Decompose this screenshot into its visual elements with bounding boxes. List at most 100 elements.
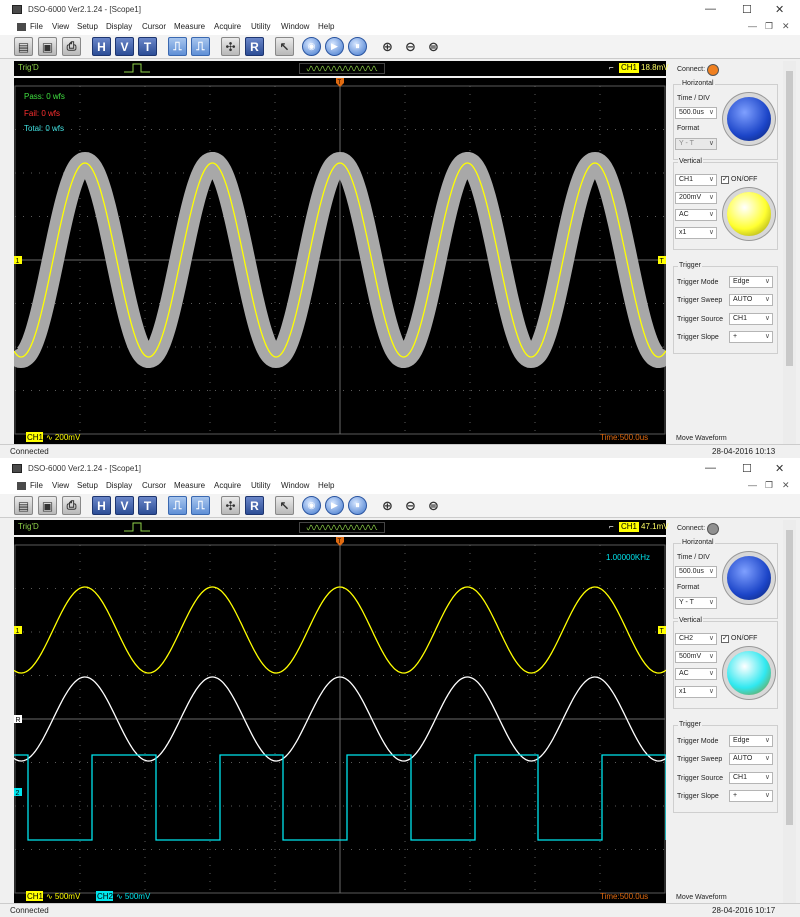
run-icon[interactable]: ▶ (325, 37, 344, 56)
minimize-icon[interactable]: — (705, 3, 716, 15)
scrollbar-thumb[interactable] (786, 71, 793, 366)
child-minimize-icon[interactable]: — (748, 21, 757, 31)
zoom-out-icon[interactable]: ⊖ (401, 37, 420, 56)
save-icon[interactable]: ▣ (38, 37, 57, 56)
probe-select[interactable]: x1 (675, 227, 717, 239)
trigger-source-select[interactable]: CH1 (729, 313, 773, 325)
vertical-button[interactable]: V (115, 37, 134, 56)
onoff-checkbox[interactable]: ✓ (721, 176, 729, 184)
ch1-level-marker[interactable]: 1 (14, 626, 22, 635)
menu-help[interactable]: Help (318, 481, 334, 490)
trigger-button[interactable]: T (138, 37, 157, 56)
stop-icon[interactable]: ⏸ (348, 496, 367, 515)
scope-display[interactable]: T Pass: 0 wfs Fail: 0 wfs Total: 0 wfs 1 T CH1… (14, 78, 666, 444)
trigger-level-marker[interactable]: T (658, 626, 666, 635)
trigger-mode-select[interactable]: Edge (729, 276, 773, 288)
trigger-button[interactable]: T (138, 496, 157, 515)
menu-setup[interactable]: Setup (77, 481, 98, 490)
print-icon[interactable]: ⎙ (62, 37, 81, 56)
time-div-knob[interactable] (727, 556, 771, 600)
measure-pulse2-icon[interactable]: ⎍ (191, 37, 210, 56)
menu-view[interactable]: View (52, 22, 69, 31)
menu-window[interactable]: Window (281, 22, 309, 31)
child-close-icon[interactable]: ✕ (782, 480, 790, 491)
time-div-select[interactable]: 500.0us (675, 566, 717, 578)
child-close-icon[interactable]: ✕ (782, 21, 790, 32)
menu-window[interactable]: Window (281, 481, 309, 490)
menu-display[interactable]: Display (106, 22, 132, 31)
close-icon[interactable]: ✕ (775, 3, 784, 16)
measure-pulse2-icon[interactable]: ⎍ (191, 496, 210, 515)
coupling-select[interactable]: AC (675, 209, 717, 221)
measure-pulse-icon[interactable]: ⎍ (168, 496, 187, 515)
menu-utility[interactable]: Utility (251, 22, 271, 31)
menu-acquire[interactable]: Acquire (214, 481, 241, 490)
ref-level-marker[interactable]: R (14, 715, 22, 724)
horizontal-button[interactable]: H (92, 37, 111, 56)
menu-measure[interactable]: Measure (174, 22, 205, 31)
open-icon[interactable]: ▤ (14, 496, 33, 515)
waveform-overview[interactable] (299, 522, 385, 533)
child-minimize-icon[interactable]: — (748, 480, 757, 490)
zoom-reset-icon[interactable]: ⊜ (424, 37, 443, 56)
volts-div-select[interactable]: 500mV (675, 651, 717, 663)
menu-cursor[interactable]: Cursor (142, 22, 166, 31)
ch2-level-marker[interactable]: 2 (14, 788, 22, 797)
scrollbar-thumb[interactable] (786, 530, 793, 825)
zoom-in-icon[interactable]: ⊕ (378, 37, 397, 56)
format-select[interactable]: Y - T (675, 597, 717, 609)
zoom-in-icon[interactable]: ⊕ (378, 496, 397, 515)
format-select[interactable]: Y - T (675, 138, 717, 150)
menu-utility[interactable]: Utility (251, 481, 271, 490)
reset-button[interactable]: R (245, 496, 264, 515)
single-icon[interactable]: ◉ (302, 37, 321, 56)
panel-scrollbar[interactable] (783, 61, 796, 444)
maximize-icon[interactable]: ☐ (742, 3, 752, 16)
print-icon[interactable]: ⎙ (62, 496, 81, 515)
trigger-sweep-select[interactable]: AUTO (729, 753, 773, 765)
menu-cursor[interactable]: Cursor (142, 481, 166, 490)
volts-div-knob[interactable] (727, 651, 771, 695)
auto-set-icon[interactable]: ✣ (221, 37, 240, 56)
zoom-out-icon[interactable]: ⊖ (401, 496, 420, 515)
waveform-overview[interactable] (299, 63, 385, 74)
trigger-level-marker[interactable]: T (658, 256, 666, 265)
volts-div-knob[interactable] (727, 192, 771, 236)
volts-div-select[interactable]: 200mV (675, 192, 717, 204)
single-icon[interactable]: ◉ (302, 496, 321, 515)
close-icon[interactable]: ✕ (775, 462, 784, 475)
child-restore-icon[interactable]: ❐ (765, 480, 773, 491)
cursor-icon[interactable]: ↖ (275, 496, 294, 515)
stop-icon[interactable]: ⏸ (348, 37, 367, 56)
vertical-button[interactable]: V (115, 496, 134, 515)
open-icon[interactable]: ▤ (14, 37, 33, 56)
maximize-icon[interactable]: ☐ (742, 462, 752, 475)
menu-measure[interactable]: Measure (174, 481, 205, 490)
menu-file[interactable]: File (30, 22, 43, 31)
reset-button[interactable]: R (245, 37, 264, 56)
cursor-icon[interactable]: ↖ (275, 37, 294, 56)
probe-select[interactable]: x1 (675, 686, 717, 698)
minimize-icon[interactable]: — (705, 462, 716, 474)
zoom-reset-icon[interactable]: ⊜ (424, 496, 443, 515)
menu-setup[interactable]: Setup (77, 22, 98, 31)
trigger-source-select[interactable]: CH1 (729, 772, 773, 784)
coupling-select[interactable]: AC (675, 668, 717, 680)
onoff-checkbox[interactable]: ✓ (721, 635, 729, 643)
auto-set-icon[interactable]: ✣ (221, 496, 240, 515)
run-icon[interactable]: ▶ (325, 496, 344, 515)
channel-select[interactable]: CH2 (675, 633, 717, 645)
trigger-mode-select[interactable]: Edge (729, 735, 773, 747)
save-icon[interactable]: ▣ (38, 496, 57, 515)
menu-file[interactable]: File (30, 481, 43, 490)
trigger-slope-select[interactable]: + (729, 790, 773, 802)
trigger-slope-select[interactable]: + (729, 331, 773, 343)
menu-display[interactable]: Display (106, 481, 132, 490)
scope-display[interactable]: T 1.00000KHz 1 R 2 T CH1 ∿ 500mV CH2 ∿ 500mV Time:… (14, 537, 666, 903)
menu-help[interactable]: Help (318, 22, 334, 31)
ch1-level-marker[interactable]: 1 (14, 256, 22, 265)
panel-scrollbar[interactable] (783, 520, 796, 903)
horizontal-button[interactable]: H (92, 496, 111, 515)
menu-view[interactable]: View (52, 481, 69, 490)
channel-select[interactable]: CH1 (675, 174, 717, 186)
